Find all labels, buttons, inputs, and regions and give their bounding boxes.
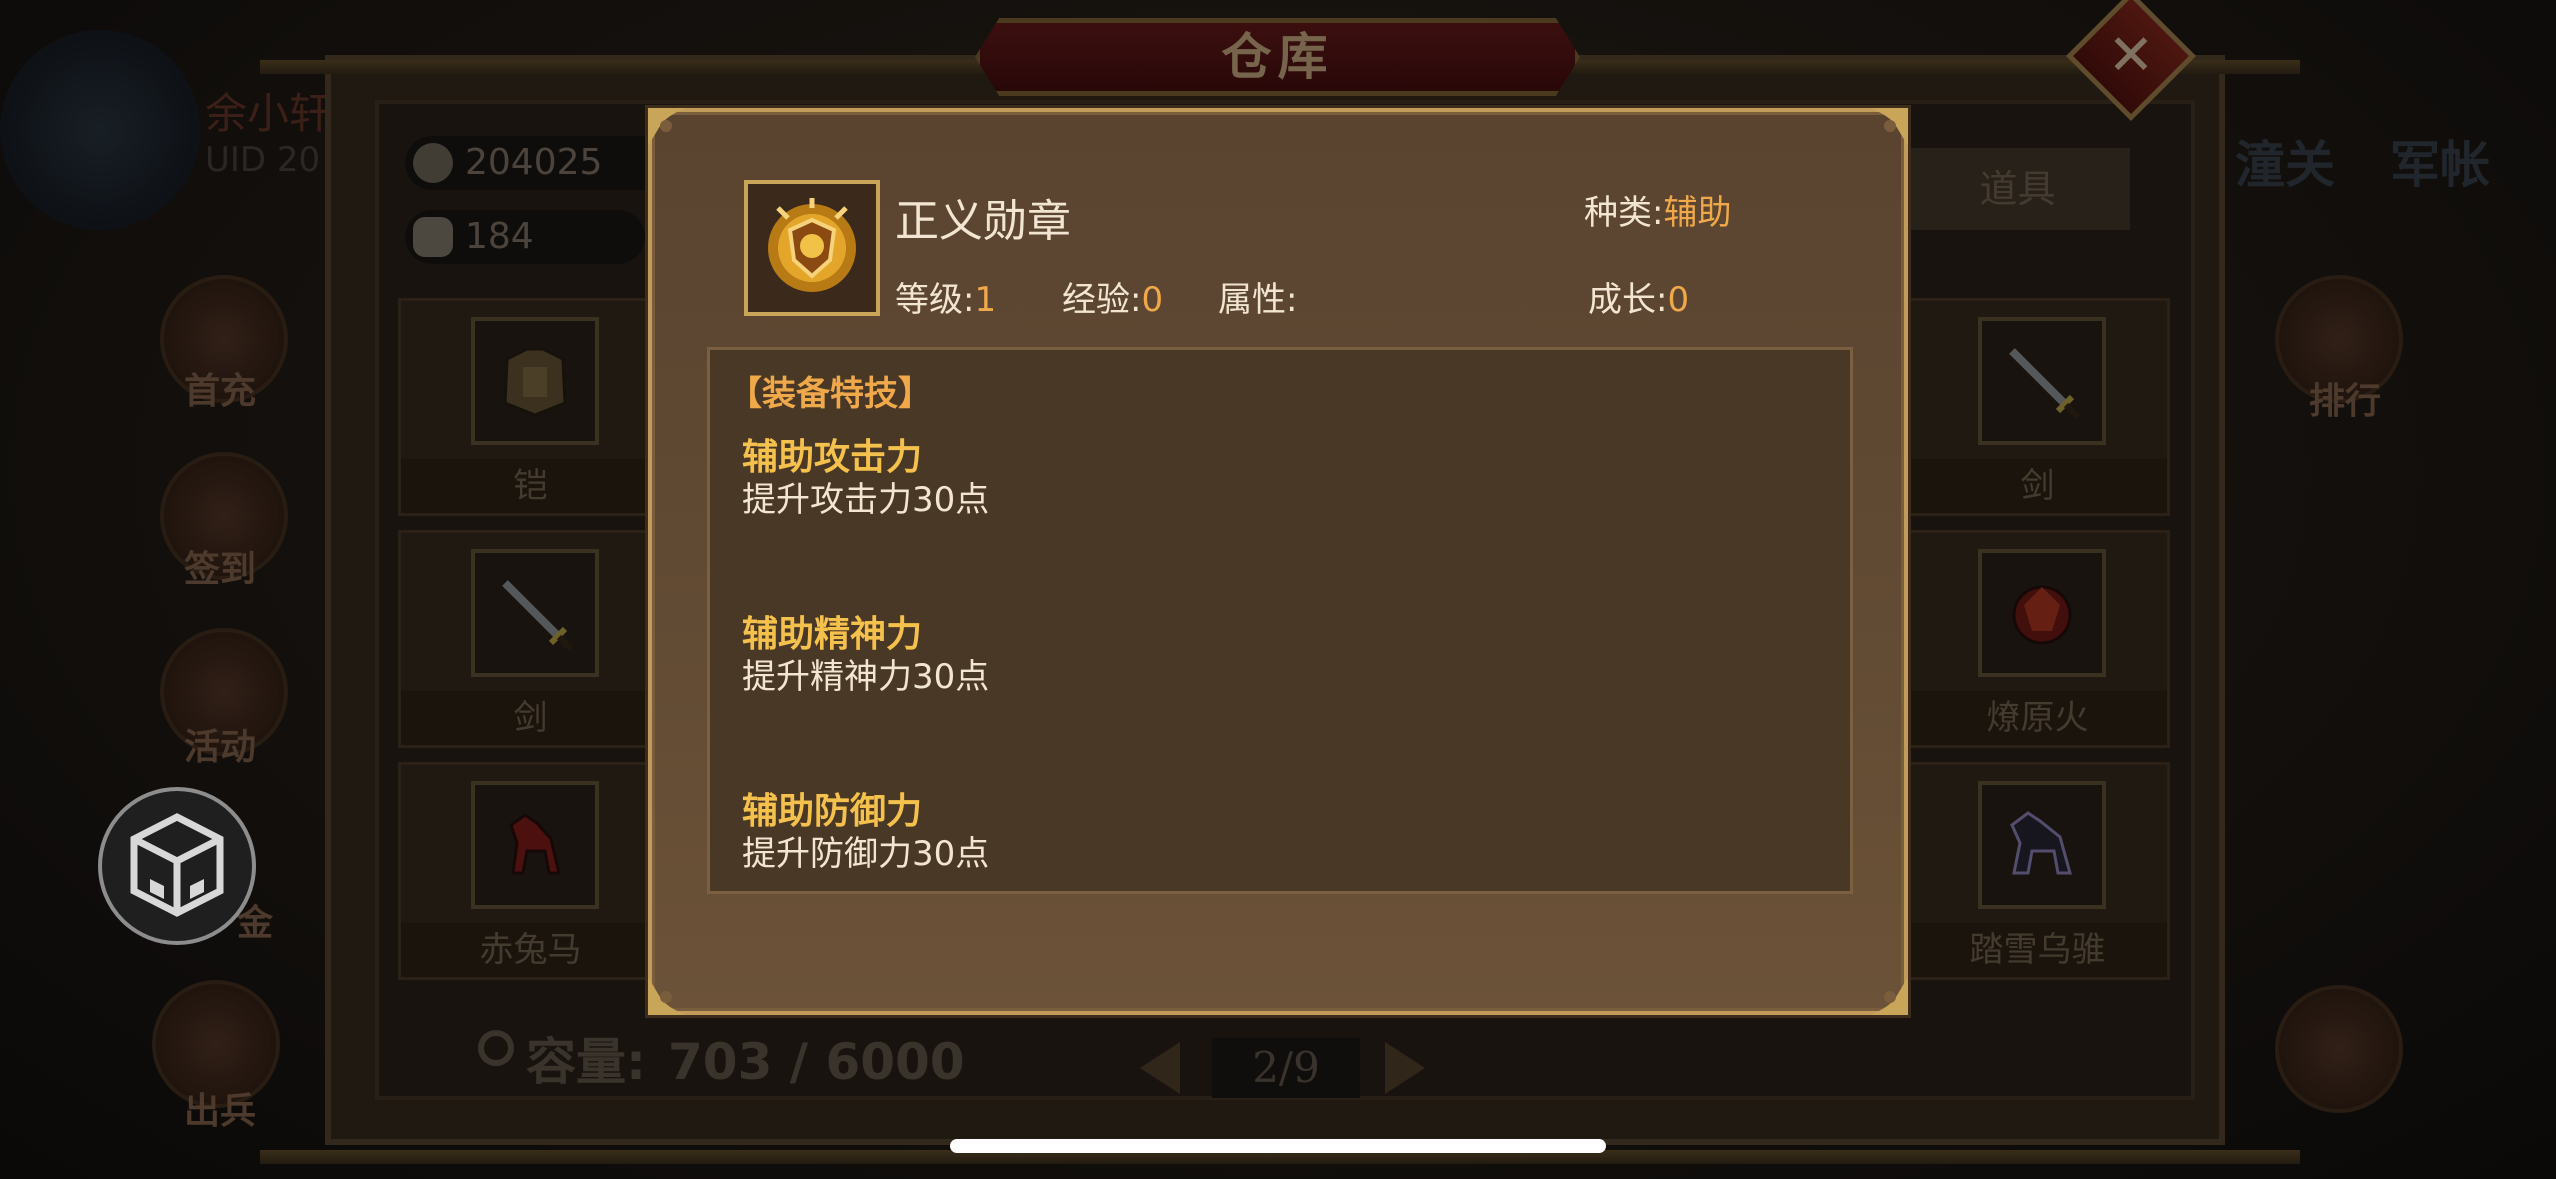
item-icon-frame (744, 180, 880, 316)
corner-ornament-icon (1870, 977, 1908, 1015)
exp-value: 0 (1141, 280, 1164, 320)
skill-description: 提升攻击力30点 (742, 480, 990, 520)
item-type: 种类:辅助 (1584, 185, 1731, 234)
corner-ornament-icon (1870, 108, 1908, 146)
type-value: 辅助 (1663, 193, 1732, 233)
level-label: 等级: (895, 280, 975, 320)
corner-ornament-icon (648, 977, 686, 1015)
home-indicator[interactable] (950, 1139, 1606, 1153)
item-level: 等级:1 (895, 272, 996, 321)
item-experience: 经验:0 (1062, 272, 1163, 321)
medal-icon (768, 198, 856, 292)
skill-section-header: 【装备特技】 (728, 374, 932, 414)
skill-description: 提升精神力30点 (742, 657, 990, 697)
exp-label: 经验: (1062, 280, 1142, 320)
item-growth: 成长:0 (1588, 272, 1689, 321)
item-attribute: 属性: (1218, 272, 1297, 321)
attr-label: 属性: (1218, 280, 1298, 320)
type-label: 种类: (1584, 193, 1664, 233)
level-value: 1 (974, 280, 997, 320)
growth-value: 0 (1667, 280, 1690, 320)
skill-description: 提升防御力30点 (742, 834, 990, 874)
cube-icon[interactable] (98, 787, 256, 945)
item-name: 正义勋章 (895, 196, 1071, 247)
corner-ornament-icon (648, 108, 686, 146)
growth-label: 成长: (1588, 280, 1668, 320)
